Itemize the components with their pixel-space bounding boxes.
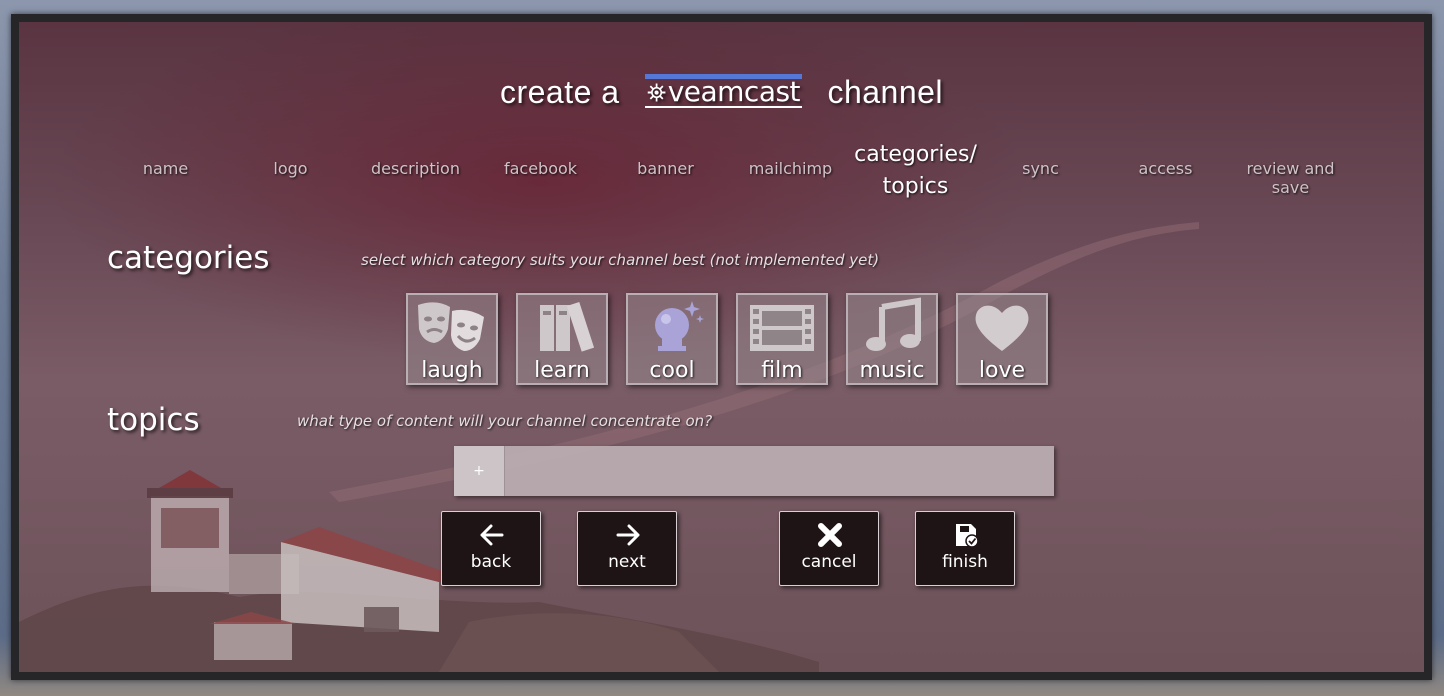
cancel-button[interactable]: cancel xyxy=(779,511,879,586)
add-topic-button[interactable]: + xyxy=(454,446,505,496)
background-photo xyxy=(19,222,1199,672)
topics-hint: what type of content will your channel c… xyxy=(297,412,713,430)
cancel-label: cancel xyxy=(801,552,857,572)
music-note-icon xyxy=(866,297,921,351)
category-cool[interactable]: cool xyxy=(626,293,718,385)
category-label: learn xyxy=(534,358,590,383)
categories-hint: select which category suits your channel… xyxy=(361,251,880,269)
veamcast-logo: ⛯veamcast xyxy=(644,74,803,108)
wizard-steps: name logo description facebook banner ma… xyxy=(103,139,1353,209)
step-facebook[interactable]: facebook xyxy=(478,159,603,178)
categories-heading: categories xyxy=(107,240,270,276)
theater-masks-icon xyxy=(418,302,484,351)
category-laugh[interactable]: laugh xyxy=(406,293,498,385)
step-logo[interactable]: logo xyxy=(228,159,353,178)
arrow-left-icon xyxy=(480,524,504,546)
category-label: laugh xyxy=(421,358,483,383)
step-label-line1: categories/ xyxy=(854,142,977,167)
brand-name: veamcast xyxy=(667,75,801,108)
step-review-and-save[interactable]: review and save xyxy=(1228,159,1353,197)
back-button[interactable]: back xyxy=(441,511,541,586)
step-access[interactable]: access xyxy=(1103,159,1228,178)
category-label: music xyxy=(859,358,925,383)
category-label: cool xyxy=(649,358,695,383)
finish-label: finish xyxy=(942,552,988,572)
heart-icon xyxy=(975,305,1029,351)
topics-heading: topics xyxy=(107,402,200,438)
channel-wizard-panel: create a ⛯veamcast channel name logo des… xyxy=(11,14,1432,680)
step-mailchimp[interactable]: mailchimp xyxy=(728,159,853,178)
category-music[interactable]: music xyxy=(846,293,938,385)
title-suffix: channel xyxy=(827,74,944,110)
step-banner[interactable]: banner xyxy=(603,159,728,178)
finish-button[interactable]: finish xyxy=(915,511,1015,586)
next-button[interactable]: next xyxy=(577,511,677,586)
category-love[interactable]: love xyxy=(956,293,1048,385)
category-film[interactable]: film xyxy=(736,293,828,385)
save-disk-icon xyxy=(956,524,979,548)
step-categories-topics[interactable]: categories/ topics xyxy=(853,139,978,203)
title-prefix: create a xyxy=(499,74,620,110)
step-label-line2: topics xyxy=(882,174,949,199)
close-icon xyxy=(818,523,842,547)
lighthouse-icon: ⛯ xyxy=(646,79,666,107)
books-icon xyxy=(540,302,595,352)
step-description[interactable]: description xyxy=(353,159,478,178)
topics-input[interactable]: + xyxy=(454,446,1054,496)
next-label: next xyxy=(608,552,646,572)
category-label: film xyxy=(761,358,803,383)
category-label: love xyxy=(978,358,1026,383)
back-label: back xyxy=(470,552,512,572)
arrow-right-icon xyxy=(616,524,640,546)
step-sync[interactable]: sync xyxy=(978,159,1103,178)
crystal-ball-icon xyxy=(655,301,704,351)
step-name[interactable]: name xyxy=(103,159,228,178)
category-learn[interactable]: learn xyxy=(516,293,608,385)
page-title: create a ⛯veamcast channel xyxy=(19,74,1424,111)
film-strip-icon xyxy=(750,305,814,351)
